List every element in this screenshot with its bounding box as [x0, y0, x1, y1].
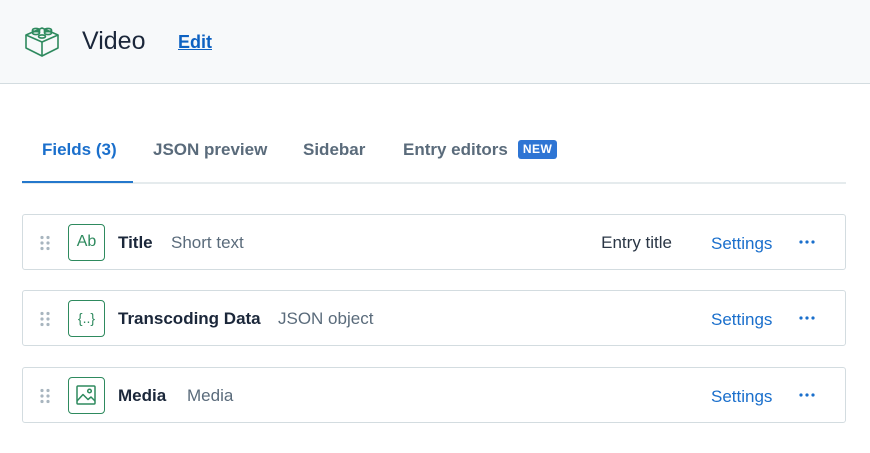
more-options-icon[interactable] — [797, 232, 817, 252]
field-type: JSON object — [278, 309, 374, 328]
field-row-media: Media Media Settings — [22, 367, 846, 423]
field-type: Short text — [171, 233, 244, 252]
tab-json-preview[interactable]: JSON preview — [153, 139, 267, 161]
drag-handle-icon[interactable] — [39, 311, 51, 327]
content-type-block-icon — [25, 27, 59, 57]
json-field-icon: {..} — [68, 300, 105, 337]
field-row-transcoding-data: {..} Transcoding Data JSON object Settin… — [22, 290, 846, 346]
content-type-header: Video Edit — [0, 0, 870, 84]
image-icon — [76, 385, 96, 405]
tab-fields[interactable]: Fields (3) — [42, 139, 117, 161]
tab-entry-editors[interactable]: Entry editors NEW — [403, 139, 558, 161]
field-settings-button[interactable]: Settings — [711, 387, 772, 407]
field-name: Title — [118, 233, 153, 252]
more-options-icon[interactable] — [797, 308, 817, 328]
drag-handle-icon[interactable] — [39, 388, 51, 404]
more-options-icon[interactable] — [797, 385, 817, 405]
content-type-title: Video — [82, 27, 146, 55]
edit-content-type-link[interactable]: Edit — [178, 31, 212, 53]
field-settings-button[interactable]: Settings — [711, 234, 772, 254]
entry-title-tag: Entry title — [601, 233, 672, 252]
tab-json-preview-label: JSON preview — [153, 140, 268, 159]
field-type: Media — [187, 386, 234, 405]
drag-handle-icon[interactable] — [39, 235, 51, 251]
field-settings-button[interactable]: Settings — [711, 310, 772, 330]
field-name: Transcoding Data — [118, 309, 261, 328]
tab-entry-editors-label: Entry editors — [403, 140, 508, 159]
field-row-title: Ab Title Short text Entry title Settings — [22, 214, 846, 270]
content-type-tabs: Fields (3) JSON preview Sidebar Entry ed… — [22, 125, 846, 184]
tab-sidebar[interactable]: Sidebar — [303, 139, 365, 161]
text-field-icon: Ab — [68, 224, 105, 261]
new-badge: NEW — [517, 140, 558, 159]
tab-fields-label: Fields (3) — [42, 140, 117, 159]
field-name: Media — [118, 386, 167, 405]
media-field-icon — [68, 377, 105, 414]
active-tab-indicator — [22, 181, 133, 183]
tab-sidebar-label: Sidebar — [303, 140, 366, 159]
